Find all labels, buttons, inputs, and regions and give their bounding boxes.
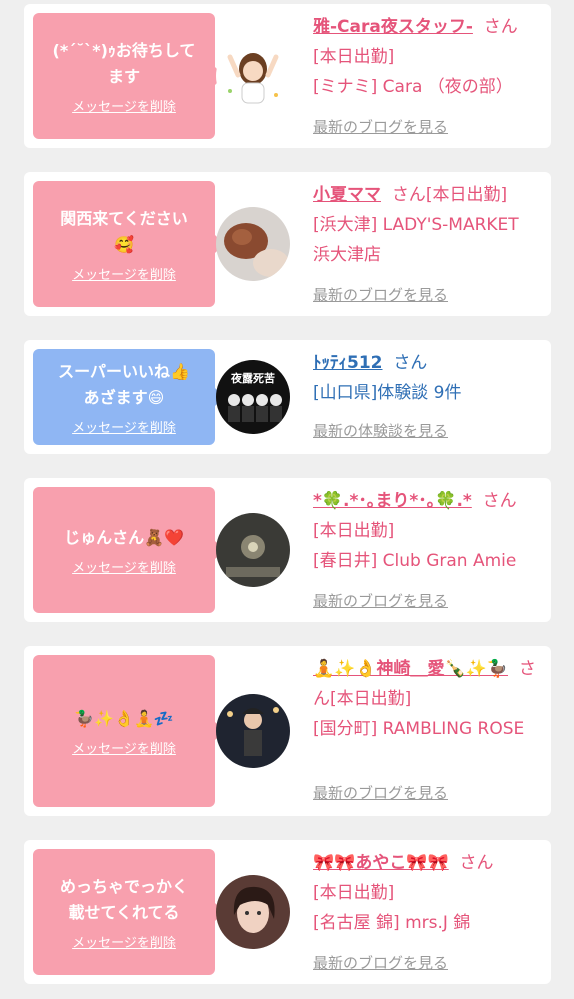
message-text: (*´˘`*)ｩお待ちして ます xyxy=(52,40,196,86)
message-text: 関西来てください 🥰 xyxy=(60,208,188,254)
message-card: じゅんさん🧸❤️ メッセージを削除 *🍀.*･｡まり*･｡🍀.* さん [本日出… xyxy=(24,478,551,622)
honorific: さん xyxy=(459,853,494,873)
shop-detail: [山口県]体験談 9件 xyxy=(313,383,462,403)
honorific: さん xyxy=(482,491,517,511)
avatar[interactable] xyxy=(216,39,290,113)
message-bubble: スーパーいいね👍 あざます😄 メッセージを削除 xyxy=(33,349,224,445)
work-status: [本日出勤] xyxy=(313,47,395,67)
message-bubble: (*´˘`*)ｩお待ちして ます メッセージを削除 xyxy=(33,13,224,139)
shop-detail: [ミナミ] Cara （夜の部） xyxy=(313,77,513,97)
selfie-photo-avatar-icon xyxy=(216,875,290,949)
delete-message-link[interactable]: メッセージを削除 xyxy=(72,932,176,951)
sender-name[interactable]: 🎀🎀あやこ🎀🎀 xyxy=(313,853,449,873)
delete-message-link[interactable]: メッセージを削除 xyxy=(72,738,176,757)
hair-photo-avatar-icon xyxy=(216,207,290,281)
sender-info: 小夏ママ さん[本日出勤] [浜大津] LADY'S-MARKET 浜大津店 xyxy=(313,180,541,270)
sender-name[interactable]: 雅-Cara夜スタッフ- xyxy=(313,17,473,37)
avatar[interactable] xyxy=(216,875,290,949)
latest-blog-link[interactable]: 最新のブログを見る xyxy=(313,284,448,305)
shop-detail: [国分町] RAMBLING ROSE xyxy=(313,719,525,739)
message-card: スーパーいいね👍 あざます😄 メッセージを削除 夜露死苦 ﾄｯﾃｨ512 さん … xyxy=(24,340,551,454)
sender-name[interactable]: 🧘✨👌神崎＿愛🍾✨🦆 xyxy=(313,659,508,679)
honorific: さん xyxy=(391,185,426,205)
delete-message-link[interactable]: メッセージを削除 xyxy=(72,557,176,576)
shop-detail: [名古屋 錦] mrs.J 錦 xyxy=(313,913,471,933)
message-text: めっちゃでっかく 載せてくれてる xyxy=(59,876,188,922)
latest-review-link[interactable]: 最新の体験談を見る xyxy=(313,420,448,441)
night-photo-avatar-icon xyxy=(216,694,290,768)
work-status: [本日出勤] xyxy=(313,521,395,541)
latest-blog-link[interactable]: 最新のブログを見る xyxy=(313,116,448,137)
sender-name[interactable]: 小夏ママ xyxy=(313,185,381,205)
work-status: [本日出勤] xyxy=(313,883,395,903)
sender-name[interactable]: *🍀.*･｡まり*･｡🍀.* xyxy=(313,491,472,511)
honorific: さん xyxy=(393,353,428,373)
shop-detail: [浜大津] LADY'S-MARKET 浜大津店 xyxy=(313,215,519,265)
message-list: (*´˘`*)ｩお待ちして ます メッセージを削除 雅-Cara夜スタッフ- さ… xyxy=(0,0,574,999)
latest-blog-link[interactable]: 最新のブログを見る xyxy=(313,782,448,803)
sender-info: 🧘✨👌神崎＿愛🍾✨🦆 さん[本日出勤] [国分町] RAMBLING ROSE xyxy=(313,654,541,744)
latest-blog-link[interactable]: 最新のブログを見る xyxy=(313,590,448,611)
delete-message-link[interactable]: メッセージを削除 xyxy=(72,417,176,436)
message-bubble: 🦆✨👌🧘💤 メッセージを削除 xyxy=(33,655,224,807)
delete-message-link[interactable]: メッセージを削除 xyxy=(72,264,176,283)
avatar[interactable] xyxy=(216,694,290,768)
sender-info: 🎀🎀あやこ🎀🎀 さん [本日出勤] [名古屋 錦] mrs.J 錦 xyxy=(313,848,541,938)
chandelier-photo-avatar-icon xyxy=(216,513,290,587)
illustrated-girl-avatar-icon xyxy=(216,39,290,113)
sender-info: *🍀.*･｡まり*･｡🍀.* さん [本日出勤] [春日井] Club Gran… xyxy=(313,486,541,576)
avatar[interactable] xyxy=(216,513,290,587)
message-bubble: めっちゃでっかく 載せてくれてる メッセージを削除 xyxy=(33,849,224,975)
message-card: (*´˘`*)ｩお待ちして ます メッセージを削除 雅-Cara夜スタッフ- さ… xyxy=(24,4,551,148)
avatar[interactable] xyxy=(216,207,290,281)
shop-detail: [春日井] Club Gran Amie xyxy=(313,551,517,571)
message-text: じゅんさん🧸❤️ xyxy=(64,527,184,547)
avatar-caption: 夜露死苦 xyxy=(230,371,275,385)
honorific: さん xyxy=(483,17,518,37)
sender-info: ﾄｯﾃｨ512 さん [山口県]体験談 9件 xyxy=(313,348,541,408)
avatar[interactable]: 夜露死苦 xyxy=(216,360,290,434)
message-bubble: じゅんさん🧸❤️ メッセージを削除 xyxy=(33,487,224,613)
group-photo-avatar-icon: 夜露死苦 xyxy=(216,360,290,434)
message-card: めっちゃでっかく 載せてくれてる メッセージを削除 🎀🎀あやこ🎀🎀 さん [本日… xyxy=(24,840,551,984)
delete-message-link[interactable]: メッセージを削除 xyxy=(72,96,176,115)
message-bubble: 関西来てください 🥰 メッセージを削除 xyxy=(33,181,224,307)
message-text: 🦆✨👌🧘💤 xyxy=(74,708,174,728)
sender-name[interactable]: ﾄｯﾃｨ512 xyxy=(313,353,383,373)
message-text: スーパーいいね👍 あざます😄 xyxy=(58,361,190,407)
sender-info: 雅-Cara夜スタッフ- さん [本日出勤] [ミナミ] Cara （夜の部） xyxy=(313,12,541,102)
work-status: [本日出勤] xyxy=(330,689,412,709)
message-card: 関西来てください 🥰 メッセージを削除 小夏ママ さん[本日出勤] [浜大津] … xyxy=(24,172,551,316)
message-card: 🦆✨👌🧘💤 メッセージを削除 🧘✨👌神崎＿愛🍾✨🦆 さん[本日出勤] [国分町]… xyxy=(24,646,551,816)
latest-blog-link[interactable]: 最新のブログを見る xyxy=(313,952,448,973)
work-status: [本日出勤] xyxy=(425,185,508,205)
